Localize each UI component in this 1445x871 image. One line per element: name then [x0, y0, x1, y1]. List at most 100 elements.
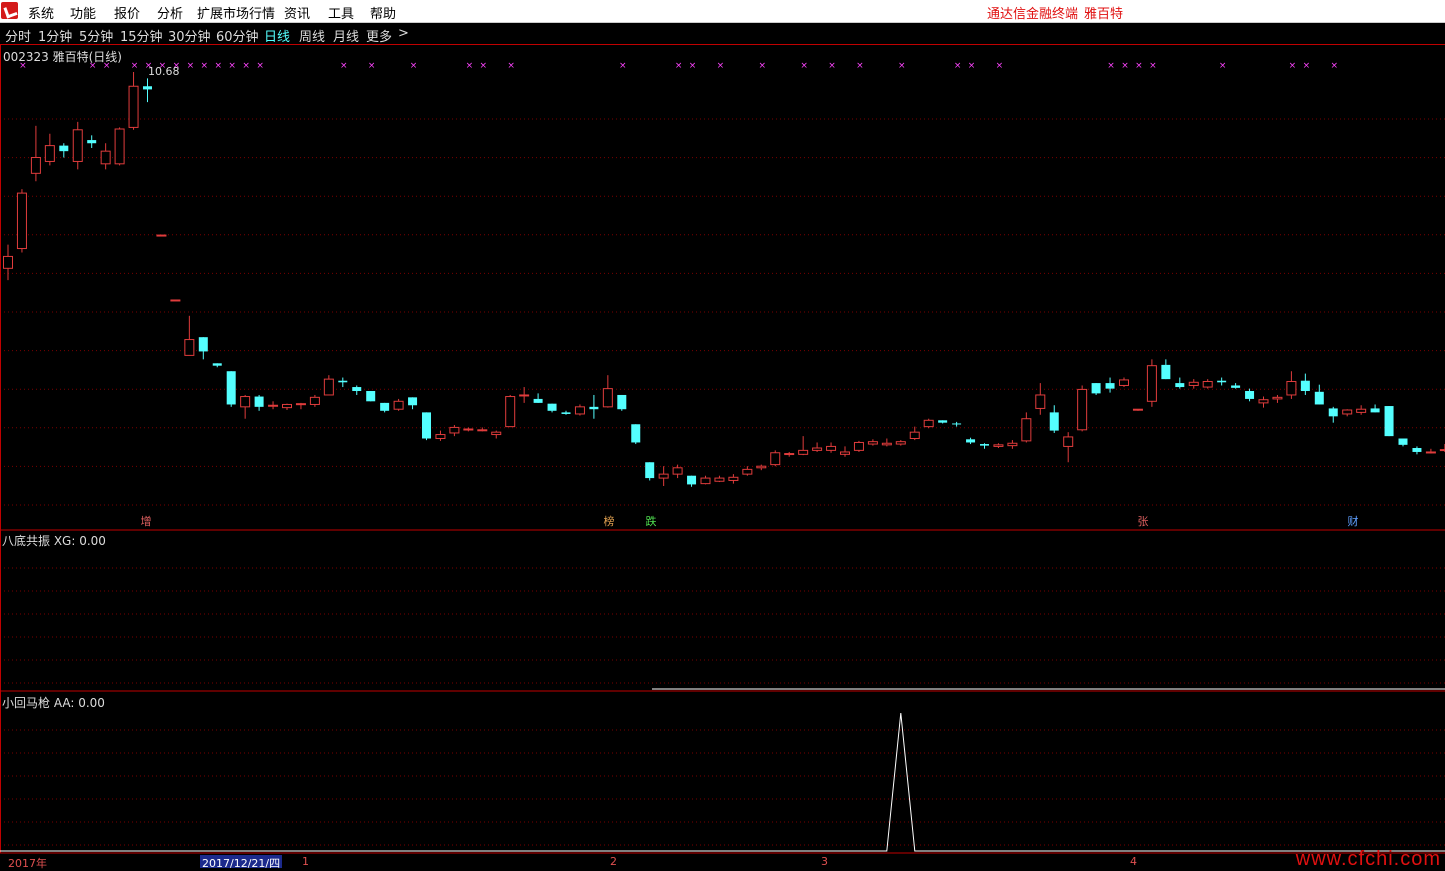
menu-analysis[interactable]: 分析	[157, 3, 183, 22]
menu-quote[interactable]: 报价	[114, 3, 140, 22]
candle-body	[1425, 451, 1436, 454]
candle-body	[602, 388, 613, 408]
candle-body	[143, 86, 152, 90]
candle-body	[282, 403, 292, 409]
candle-body	[1412, 448, 1422, 452]
candle-body	[798, 449, 809, 455]
menu-extended-market[interactable]: 扩展市场行情	[197, 3, 275, 22]
candle-body	[393, 400, 404, 410]
candle-body	[980, 444, 989, 446]
period-30min[interactable]: 30分钟	[168, 26, 211, 45]
indicator2-title: 小回马枪 AA: 0.00	[2, 696, 105, 710]
signal-cross: ×	[996, 61, 1004, 71]
candle-body	[867, 441, 878, 445]
candle-body	[1370, 408, 1380, 413]
menu-news[interactable]: 资讯	[284, 3, 310, 22]
event-marker[interactable]: 张	[1136, 515, 1150, 528]
candle-body	[714, 477, 725, 482]
watermark: www.cfchi.com	[1295, 848, 1441, 870]
event-marker[interactable]: 财	[1346, 515, 1360, 528]
candle-body	[1314, 391, 1324, 405]
signal-cross: ×	[242, 61, 250, 71]
signal-cross: ×	[1149, 61, 1157, 71]
candle-body	[952, 423, 962, 425]
candle-body	[938, 420, 948, 423]
event-marker[interactable]: 榜	[602, 515, 616, 528]
candle-body	[1272, 396, 1283, 400]
candle-body	[1035, 394, 1046, 409]
candle-body	[3, 255, 13, 269]
candle-body	[44, 145, 55, 162]
period-tick[interactable]: 分时	[5, 26, 31, 45]
axis-month-label: 1	[302, 855, 309, 868]
signal-cross: ×	[201, 61, 209, 71]
chevron-right-icon[interactable]: >	[398, 26, 409, 41]
signal-cross: ×	[717, 61, 725, 71]
candle-body	[519, 394, 530, 397]
signal-cross: ×	[856, 61, 864, 71]
signal-cross: ×	[340, 61, 348, 71]
signal-cross: ×	[1330, 61, 1338, 71]
period-monthly[interactable]: 月线	[333, 26, 359, 45]
main-panel-title: 002323 雅百特(日线)	[3, 50, 122, 64]
candle-body	[1328, 408, 1338, 417]
signal-cross: ×	[368, 61, 376, 71]
menu-tools[interactable]: 工具	[328, 3, 354, 22]
candle-body	[1286, 381, 1297, 396]
axis-month-label: 4	[1130, 855, 1137, 868]
candle-body	[1105, 383, 1115, 389]
signal-cross: ×	[954, 61, 962, 71]
candle-body	[477, 429, 488, 432]
candle-body	[1161, 364, 1171, 380]
app-logo-icon[interactable]	[1, 2, 18, 19]
period-more[interactable]: 更多	[366, 26, 392, 45]
signal-cross: ×	[1107, 61, 1115, 71]
candle-body	[16, 192, 27, 250]
event-marker[interactable]: 增	[139, 515, 153, 528]
candle-body	[993, 444, 1004, 447]
indicator2-line	[0, 712, 1445, 852]
axis-month-label: 2	[610, 855, 617, 868]
menu-system[interactable]: 系统	[28, 3, 54, 22]
signal-cross: ×	[619, 61, 627, 71]
terminal-name: 通达信金融终端	[987, 7, 1079, 22]
signal-cross: ×	[228, 61, 236, 71]
candle-body	[184, 339, 195, 356]
period-5min[interactable]: 5分钟	[79, 26, 113, 45]
candle-body	[435, 434, 446, 440]
menu-function[interactable]: 功能	[70, 3, 96, 22]
signal-cross: ×	[1219, 61, 1227, 71]
candle-body	[295, 403, 306, 406]
menu-help[interactable]: 帮助	[370, 3, 396, 22]
candle-body	[1245, 391, 1255, 399]
candle-body	[631, 424, 641, 443]
chart-area[interactable]: × × × × × × × × × × × × × × × × × × × × × × × × × × × × × × × × × × × × × × ×	[0, 45, 1445, 869]
signal-cross: ×	[256, 61, 264, 71]
candle-body	[1439, 449, 1445, 452]
candle-body	[1091, 383, 1101, 394]
candle-body	[700, 477, 711, 485]
candle-body	[966, 439, 976, 443]
candle-body	[380, 402, 390, 411]
signal-cross: ×	[898, 61, 906, 71]
period-weekly[interactable]: 周线	[299, 26, 325, 45]
candle-body	[422, 412, 431, 439]
candle-body	[728, 476, 739, 481]
date-cursor-label: 2017/12/21/四	[200, 855, 283, 870]
candle-body	[1119, 379, 1129, 386]
period-60min[interactable]: 60分钟	[216, 26, 259, 45]
candle-body	[1175, 383, 1185, 388]
period-toolbar: 分时 1分钟 5分钟 15分钟 30分钟 60分钟 日线 周线 月线 更多 >	[0, 23, 1445, 45]
signal-cross: ×	[480, 61, 488, 71]
candle-body	[840, 451, 850, 455]
period-daily[interactable]: 日线	[264, 26, 290, 45]
period-1min[interactable]: 1分钟	[38, 26, 72, 45]
axis-month-label: 3	[821, 855, 828, 868]
candle-body	[1077, 388, 1088, 431]
period-15min[interactable]: 15分钟	[120, 26, 163, 45]
signal-cross: ×	[828, 61, 836, 71]
candle-body	[449, 426, 460, 434]
event-marker[interactable]: 跌	[644, 515, 658, 528]
candle-body	[812, 447, 823, 451]
candle-body	[491, 431, 502, 436]
